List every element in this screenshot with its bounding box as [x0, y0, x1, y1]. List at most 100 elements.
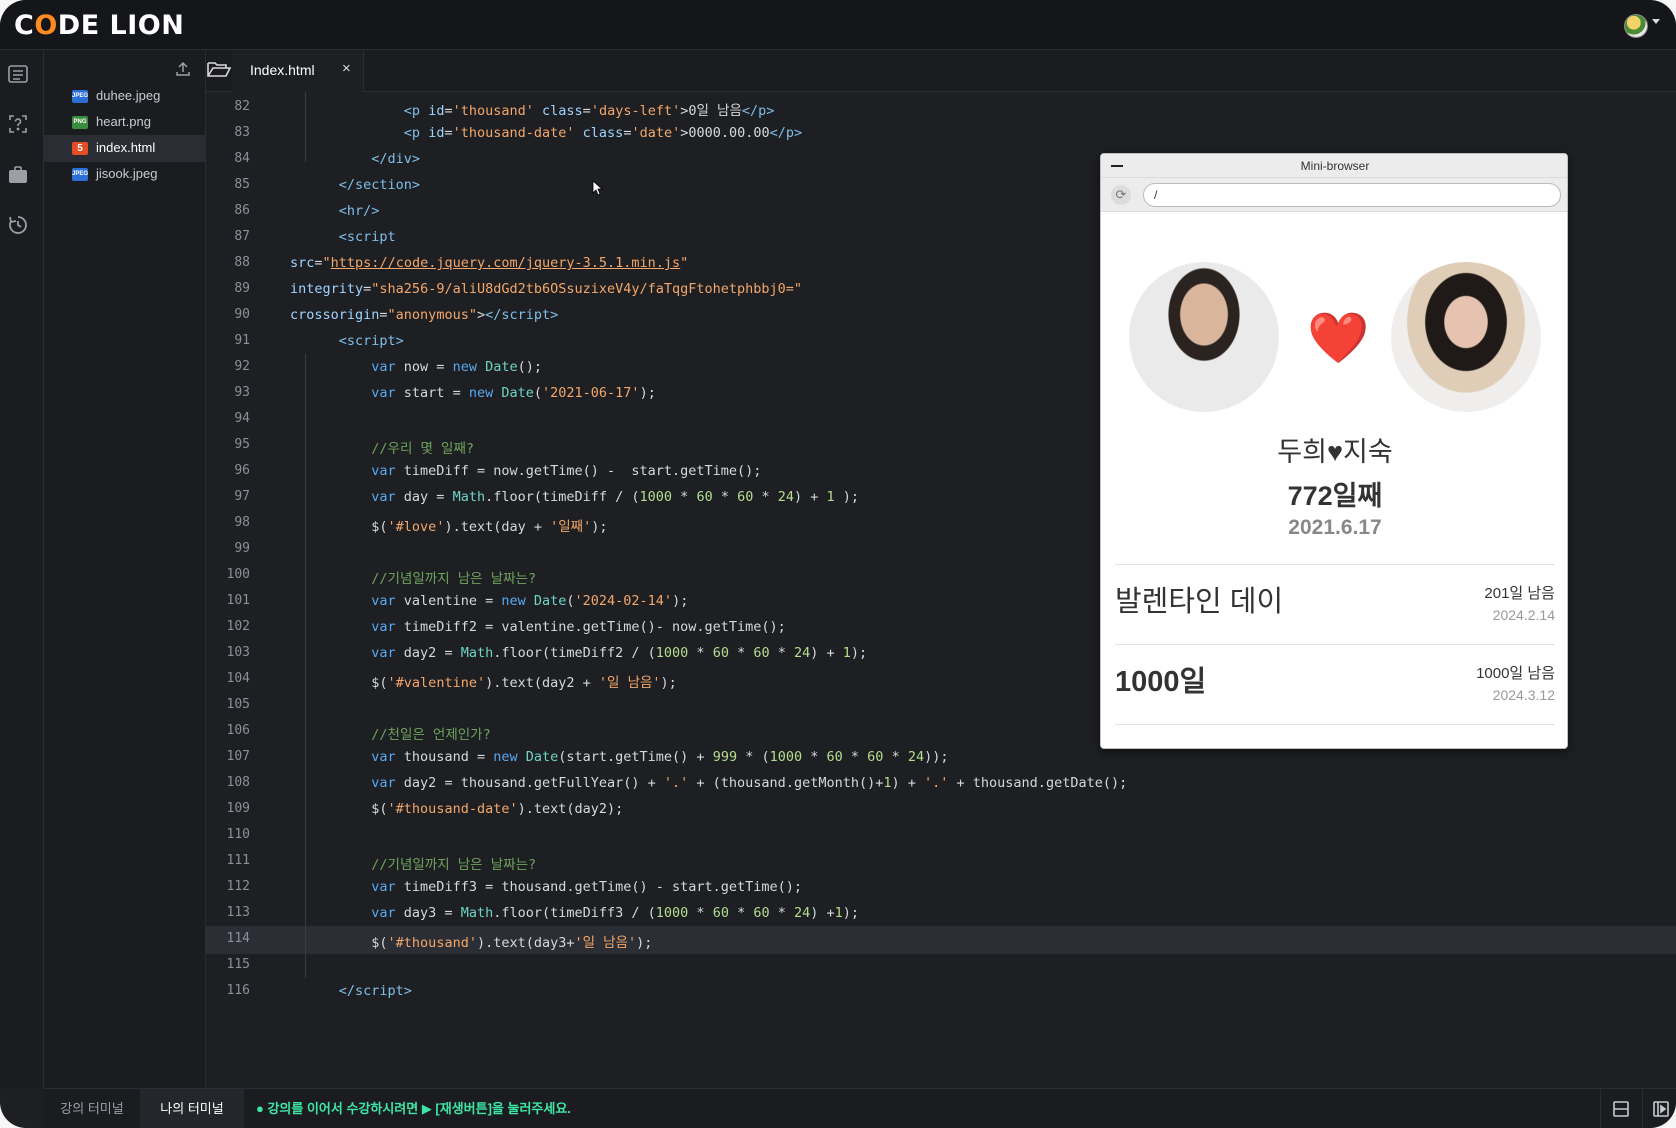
- event-days-left: 201일 남음: [1484, 585, 1555, 602]
- code-line: 82 <p id='thousand' class='days-left'>0일…: [206, 94, 1676, 122]
- logo-accent: O: [34, 10, 58, 41]
- code-text: <script>: [338, 333, 404, 349]
- line-number: 82: [234, 99, 250, 114]
- mini-browser-navbar: ⟳ /: [1101, 178, 1567, 212]
- line-number: 106: [226, 723, 250, 738]
- code-text: </script>: [338, 983, 412, 999]
- close-icon[interactable]: ×: [342, 60, 351, 77]
- line-number: 105: [226, 697, 250, 712]
- code-text: //우리 몇 일째?: [371, 441, 475, 457]
- line-number: 83: [234, 125, 250, 140]
- event-date: 2024.2.14: [1492, 607, 1555, 623]
- editor-tab-bar: Index.html ×: [206, 50, 1676, 92]
- couple-names: 두희♥지숙: [1277, 437, 1393, 467]
- mini-browser-titlebar: Mini-browser: [1101, 154, 1567, 178]
- line-number: 84: [234, 151, 250, 166]
- upload-icon[interactable]: [174, 60, 192, 78]
- briefcase-icon[interactable]: [6, 163, 30, 187]
- line-number: 103: [226, 645, 250, 660]
- chevron-down-icon[interactable]: [1652, 19, 1660, 24]
- code-text: var timeDiff3 = thousand.getTime() - sta…: [371, 879, 803, 895]
- divider: [1115, 564, 1555, 565]
- line-number: 111: [226, 853, 250, 868]
- file-name: heart.png: [96, 114, 151, 129]
- code-line-current: 114 $('#thousand').text(day3+'일 남음');: [206, 926, 1676, 954]
- line-number: 108: [226, 775, 250, 790]
- folder-open-icon[interactable]: [206, 58, 232, 80]
- event-date: 2024.3.12: [1492, 687, 1555, 703]
- file-name: index.html: [96, 140, 156, 155]
- reload-icon[interactable]: ⟳: [1111, 185, 1131, 205]
- history-icon[interactable]: [6, 213, 30, 237]
- line-number: 107: [226, 749, 250, 764]
- line-number: 85: [234, 177, 250, 192]
- line-number: 113: [226, 905, 250, 920]
- code-text: <hr/>: [338, 203, 380, 219]
- line-number: 112: [226, 879, 250, 894]
- code-text: var timeDiff = now.getTime() - start.get…: [371, 463, 762, 479]
- code-text: <p id='thousand' class='days-left'>0일 남음…: [403, 103, 775, 119]
- profile-photo-duhee: [1129, 262, 1279, 412]
- line-number: 88: [234, 255, 250, 270]
- event-title: 발렌타인 데이: [1115, 586, 1284, 618]
- code-text: </section>: [338, 177, 421, 193]
- event-days-left: 1000일 남음: [1476, 665, 1555, 682]
- url-input[interactable]: /: [1143, 183, 1561, 207]
- user-avatar[interactable]: [1624, 14, 1648, 38]
- code-text: var day3 = Math.floor(timeDiff3 / (1000 …: [371, 905, 860, 921]
- terminal-bar: 강의 터미널 나의 터미널 ● 강의를 이어서 수강하시려면 ▶ [재생버튼]을…: [44, 1088, 1676, 1128]
- file-item-selected[interactable]: 5 index.html: [44, 135, 206, 162]
- code-line: 109 $('#thousand-date').text(day2);: [206, 796, 1676, 824]
- code-line: 108 var day2 = thousand.getFullYear() + …: [206, 770, 1676, 798]
- profile-photo-jisook: [1391, 262, 1541, 412]
- indent-guide: [305, 354, 306, 978]
- file-item[interactable]: JPEG jisook.jpeg: [44, 161, 206, 188]
- tab-my-terminal[interactable]: 나의 터미널: [140, 1089, 244, 1128]
- code-line: 111 //기념일까지 남은 날짜는?: [206, 848, 1676, 876]
- code-text: var day2 = thousand.getFullYear() + '.' …: [371, 775, 1128, 791]
- line-number: 116: [226, 983, 250, 998]
- line-number: 115: [226, 957, 250, 972]
- jpeg-file-icon: JPEG: [72, 168, 88, 181]
- file-name: duhee.jpeg: [96, 88, 161, 103]
- code-line: 112 var timeDiff3 = thousand.getTime() -…: [206, 874, 1676, 902]
- file-item[interactable]: JPEG duhee.jpeg: [44, 83, 206, 110]
- line-number: 90: [234, 307, 250, 322]
- file-name: jisook.jpeg: [96, 166, 158, 181]
- indent-guide: [305, 92, 306, 162]
- play-panel-icon[interactable]: [1652, 1100, 1670, 1118]
- line-number: 114: [226, 931, 250, 946]
- code-text: var now = new Date();: [371, 359, 543, 375]
- resume-notice: ● 강의를 이어서 수강하시려면 ▶ [재생버튼]을 눌러주세요.: [256, 1101, 571, 1116]
- line-number: 99: [234, 541, 250, 556]
- code-text: //기념일까지 남은 날짜는?: [371, 857, 537, 873]
- line-number: 89: [234, 281, 250, 296]
- app-logo[interactable]: CODE LION: [14, 10, 184, 41]
- line-number: 104: [226, 671, 250, 686]
- list-icon[interactable]: [6, 62, 30, 86]
- code-text: $('#thousand').text(day3+'일 남음');: [290, 935, 653, 951]
- tab-lecture-terminal[interactable]: 강의 터미널: [44, 1089, 140, 1128]
- code-text: </div>: [371, 151, 421, 167]
- start-date: 2021.6.17: [1288, 516, 1382, 539]
- file-item[interactable]: PNG heart.png: [44, 109, 206, 136]
- layout-split-icon[interactable]: [1612, 1100, 1630, 1118]
- tab-label: Index.html: [250, 62, 315, 78]
- heart-icon: ❤️: [1307, 310, 1370, 366]
- code-text: var timeDiff2 = valentine.getTime()- now…: [371, 619, 786, 635]
- file-explorer: JPEG duhee.jpeg PNG heart.png 5 index.ht…: [44, 50, 206, 1088]
- question-icon[interactable]: [6, 112, 30, 136]
- line-number: 92: [234, 359, 250, 374]
- event-title: 1000일: [1115, 666, 1207, 698]
- tab-index-html[interactable]: Index.html ×: [232, 50, 364, 92]
- divider: [1115, 644, 1555, 645]
- code-text: $('#love').text(day + '일째');: [290, 519, 608, 535]
- line-number: 98: [234, 515, 250, 530]
- ide-window: CODE LION JPEG duhee.jpeg PNG heart.png: [0, 0, 1676, 1128]
- code-text: var start = new Date('2021-06-17');: [371, 385, 656, 401]
- activity-rail: [0, 50, 44, 1088]
- mini-browser-title: Mini-browser: [1300, 159, 1370, 173]
- code-line: 113 var day3 = Math.floor(timeDiff3 / (1…: [206, 900, 1676, 928]
- line-number: 87: [234, 229, 250, 244]
- top-bar: CODE LION: [0, 0, 1676, 50]
